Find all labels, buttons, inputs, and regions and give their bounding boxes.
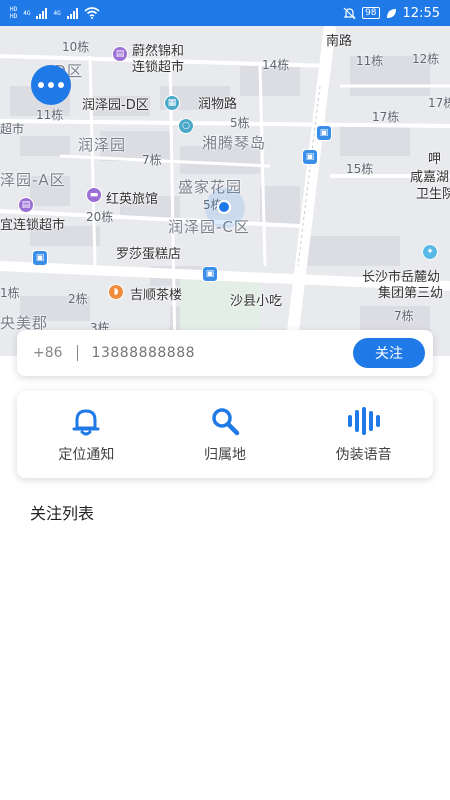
battery-icon: 98 <box>362 7 380 19</box>
bus-stop-icon[interactable]: ▣ <box>316 125 332 141</box>
location-poi-icon[interactable]: ○ <box>178 118 194 134</box>
teahouse-icon[interactable]: ◗ <box>108 284 124 300</box>
function-label: 归属地 <box>203 446 246 463</box>
function-label: 伪装语音 <box>335 446 392 463</box>
map-label: 罗莎蛋糕店 <box>116 247 182 262</box>
map-label: 集团第三幼 <box>378 286 444 301</box>
map-label: 5栋 <box>230 116 250 130</box>
dot-icon <box>48 82 54 88</box>
map-label: 宜连锁超市 <box>0 218 66 233</box>
phone-follow-card: +86 关注 <box>17 330 433 376</box>
map-label: 12栋 <box>412 52 440 66</box>
mute-icon <box>343 7 356 19</box>
supermarket-icon[interactable]: ▤ <box>18 197 34 213</box>
map-label: 11栋 <box>36 108 64 122</box>
map-label: 湘腾琴岛 <box>202 134 267 152</box>
map-label: 呷 <box>428 152 442 167</box>
function-label: 定位通知 <box>58 446 115 463</box>
map-label: 7栋 <box>394 309 414 323</box>
follow-list-title: 关注列表 <box>30 504 95 523</box>
wifi-icon <box>84 7 100 19</box>
function-card: 定位通知 归属地 伪装语音 <box>17 391 433 478</box>
phone-number-input[interactable] <box>91 345 353 361</box>
map-label: 15栋 <box>346 162 374 176</box>
network-type-2: 4G <box>53 9 61 17</box>
leaf-icon <box>386 8 396 18</box>
more-menu-button[interactable] <box>31 65 71 105</box>
country-code[interactable]: +86 <box>33 345 63 361</box>
map-label: 连锁超市 <box>132 60 185 75</box>
status-bar: HD HD 4G 4G 98 12:55 <box>0 0 450 26</box>
signal-icon <box>36 7 48 19</box>
fake-voice-button[interactable]: 伪装语音 <box>304 406 424 464</box>
map-label: 吉顺茶楼 <box>130 288 183 303</box>
clock: 12:55 <box>402 5 440 21</box>
dot-icon <box>58 82 64 88</box>
map-label: 润泽园-D区 <box>82 98 149 113</box>
signal-icon-2 <box>66 7 78 19</box>
map-label: 17栋 <box>428 96 450 110</box>
map-label: 14栋 <box>262 58 290 72</box>
map-label: 卫生院 <box>416 187 450 202</box>
bus-stop-icon[interactable]: ▣ <box>202 266 218 282</box>
map-label: 沙县小吃 <box>230 294 283 309</box>
current-location-icon <box>217 200 231 214</box>
map-view[interactable]: 10栋 蔚然锦和 连锁超市 14栋 南路 11栋 12栋 -D区 润泽园-D区 … <box>0 26 450 356</box>
map-label: 超市 <box>0 122 25 136</box>
location-notify-button[interactable]: 定位通知 <box>26 406 146 464</box>
network-type: 4G <box>23 9 31 17</box>
building-icon[interactable]: ▦ <box>164 95 180 111</box>
voice-wave-icon <box>347 406 380 435</box>
map-label: 润物路 <box>198 97 238 112</box>
map-label: 红英旅馆 <box>106 192 159 207</box>
map-label: 20栋 <box>86 210 114 224</box>
map-label: 11栋 <box>356 54 384 68</box>
map-label: 10栋 <box>62 40 90 54</box>
bell-icon <box>72 408 100 435</box>
search-icon <box>212 407 240 435</box>
bus-stop-icon[interactable]: ▣ <box>302 149 318 165</box>
supermarket-icon[interactable]: ▤ <box>112 46 128 62</box>
attribution-lookup-button[interactable]: 归属地 <box>165 406 285 464</box>
sim-icon: HD HD <box>10 6 18 20</box>
kindergarten-icon[interactable]: ✦ <box>422 244 438 260</box>
map-label: 7栋 <box>142 153 162 167</box>
map-label: 泽园-A区 <box>0 171 66 189</box>
follow-button[interactable]: 关注 <box>353 338 425 368</box>
map-label: 润泽园 <box>78 136 127 154</box>
bus-stop-icon[interactable]: ▣ <box>32 250 48 266</box>
divider <box>76 345 78 361</box>
dot-icon <box>38 82 44 88</box>
map-label: 南路 <box>326 34 353 49</box>
map-label: 2栋 <box>68 292 88 306</box>
hotel-icon[interactable]: ▬ <box>86 187 102 203</box>
map-label: 17栋 <box>372 110 400 124</box>
map-label: 1栋 <box>0 286 20 300</box>
